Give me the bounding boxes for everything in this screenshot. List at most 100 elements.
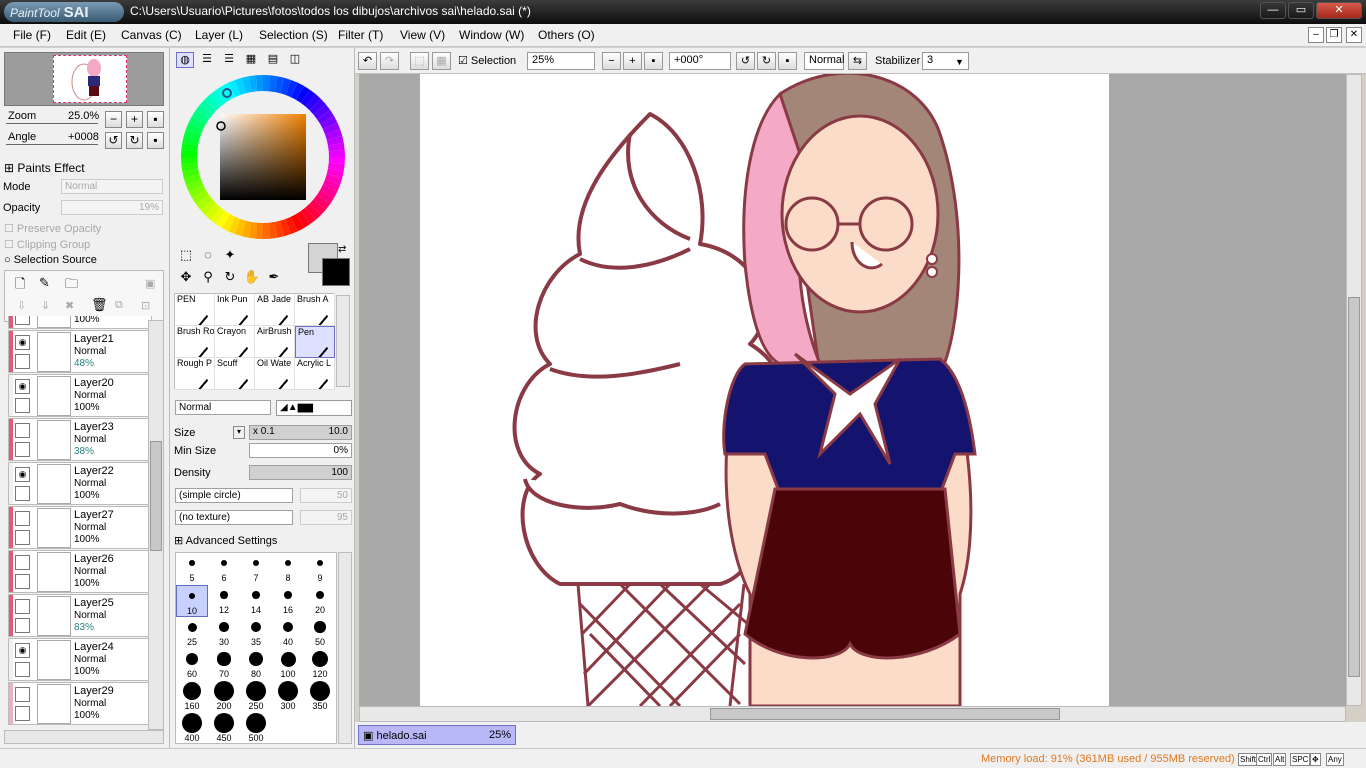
toolbar-zoom-out-icon[interactable]: −: [602, 52, 621, 70]
visibility-eye-icon[interactable]: ◉: [15, 467, 30, 482]
document-tab[interactable]: ▣ helado.sai 25%: [358, 725, 516, 745]
brush-size-cell[interactable]: 30: [208, 617, 240, 649]
menu-filter[interactable]: Filter (T): [338, 28, 383, 42]
zoom-slider[interactable]: [6, 123, 98, 124]
opacity-field[interactable]: 19%: [61, 200, 163, 215]
layer-row[interactable]: Layer23 Normal 38%: [8, 418, 152, 461]
move-icon[interactable]: ✥: [176, 267, 196, 287]
rotate-reset-button[interactable]: ▪: [147, 132, 164, 149]
merge-visible-icon[interactable]: ⧉: [115, 299, 123, 312]
brush-size-cell[interactable]: 9: [304, 553, 336, 585]
layer-select-checkbox[interactable]: [15, 398, 30, 413]
visibility-eye-icon[interactable]: [15, 555, 30, 570]
brush-tool-cell[interactable]: AirBrush: [255, 326, 295, 358]
new-folder-icon[interactable]: 🗀: [65, 275, 78, 297]
brush-grid-scrollbar[interactable]: [336, 295, 350, 387]
brush-texture-select[interactable]: (no texture): [175, 510, 293, 525]
brush-tool-cell[interactable]: AB Jade: [255, 294, 295, 326]
brush-size-cell[interactable]: 20: [304, 585, 336, 617]
layer-option-icon[interactable]: ▣: [145, 277, 155, 290]
menu-edit[interactable]: Edit (E): [66, 28, 106, 42]
angle-slider[interactable]: [6, 144, 98, 145]
invert-selection-icon[interactable]: ▦: [432, 52, 451, 70]
brush-size-cell[interactable]: 8: [272, 553, 304, 585]
layer-select-checkbox[interactable]: [15, 486, 30, 501]
canvas-hscrollbar[interactable]: [359, 706, 1346, 722]
brush-size-cell[interactable]: 12: [208, 585, 240, 617]
brush-size-cell[interactable]: 6: [208, 553, 240, 585]
mode-select[interactable]: Normal: [61, 179, 163, 194]
toolbar-zoom-in-icon[interactable]: +: [623, 52, 642, 70]
brush-size-cell[interactable]: 500: [240, 713, 272, 745]
user-color-tab-icon[interactable]: ◫: [286, 52, 304, 65]
brush-size-cell[interactable]: 100: [272, 649, 304, 681]
swap-colors-icon[interactable]: ⇄: [338, 244, 346, 255]
undo-icon[interactable]: ↶: [358, 52, 377, 70]
brush-size-cell[interactable]: 200: [208, 681, 240, 713]
brush-size-cell[interactable]: 7: [240, 553, 272, 585]
chevron-down-icon[interactable]: ▼: [955, 57, 964, 67]
deselect-icon[interactable]: ⬚: [410, 52, 429, 70]
brush-size-cell[interactable]: 5: [176, 553, 208, 585]
brush-size-cell[interactable]: 10: [176, 585, 208, 617]
close-button[interactable]: ✕: [1316, 2, 1362, 19]
brush-tool-cell[interactable]: Rough P: [175, 358, 215, 390]
brush-shape-value[interactable]: 50: [300, 488, 352, 503]
brush-size-cell[interactable]: 350: [304, 681, 336, 713]
menu-canvas[interactable]: Canvas (C): [121, 28, 182, 42]
menu-layer[interactable]: Layer (L): [195, 28, 243, 42]
zoom-in-button[interactable]: +: [126, 111, 143, 128]
menu-selection[interactable]: Selection (S): [259, 28, 328, 42]
brush-size-cell[interactable]: 60: [176, 649, 208, 681]
layer-row[interactable]: ◉ Layer24 Normal 100%: [8, 638, 152, 681]
preserve-opacity-checkbox[interactable]: ☐ Preserve Opacity: [4, 222, 101, 235]
brush-tool-cell[interactable]: Brush A: [295, 294, 335, 326]
visibility-eye-icon[interactable]: ◉: [15, 335, 30, 350]
toolbar-zoom-reset-icon[interactable]: ▪: [644, 52, 663, 70]
layer-row[interactable]: Layer27 Normal 100%: [8, 506, 152, 549]
menu-file[interactable]: File (F): [13, 28, 51, 42]
tip-shape-icon[interactable]: ◢▲▆▆: [280, 402, 313, 413]
visibility-eye-icon[interactable]: [15, 687, 30, 702]
layer-row[interactable]: Layer26 Normal 100%: [8, 550, 152, 593]
rotate-left-button[interactable]: ↺: [105, 132, 122, 149]
brush-size-cell[interactable]: 40: [272, 617, 304, 649]
layer-row[interactable]: ◉ Layer20 Normal 100%: [8, 374, 152, 417]
brush-size-cell[interactable]: 300: [272, 681, 304, 713]
brush-size-cell[interactable]: 250: [240, 681, 272, 713]
clipping-group-checkbox[interactable]: ☐ Clipping Group: [4, 238, 90, 251]
mdi-restore-icon[interactable]: ❐: [1326, 27, 1342, 43]
color-wheel[interactable]: [180, 74, 346, 240]
advanced-settings-toggle[interactable]: ⊞ Advanced Settings: [174, 534, 277, 547]
size-field[interactable]: x 0.1 10.0: [249, 425, 352, 440]
angle-select[interactable]: +000°: [669, 52, 731, 70]
brush-size-cell[interactable]: 80: [240, 649, 272, 681]
brush-tool-cell[interactable]: Ink Pun: [215, 294, 255, 326]
brush-size-cell[interactable]: 450: [208, 713, 240, 745]
visibility-eye-icon[interactable]: [15, 599, 30, 614]
mdi-minimize-icon[interactable]: –: [1308, 27, 1324, 43]
merge-down-icon[interactable]: ⇓: [41, 299, 50, 312]
layer-scroll-thumb[interactable]: [150, 441, 162, 551]
scratchpad-tab-icon[interactable]: ▤: [264, 52, 282, 65]
canvas-hscroll-thumb[interactable]: [710, 708, 1060, 720]
selection-source-radio[interactable]: ○ Selection Source: [4, 254, 97, 266]
delete-layer-icon[interactable]: 🗑: [91, 297, 108, 313]
visibility-eye-icon[interactable]: ◉: [15, 379, 30, 394]
layer-select-checkbox[interactable]: [15, 662, 30, 677]
size-dropdown-icon[interactable]: ▾: [233, 426, 245, 439]
mdi-close-icon[interactable]: ✕: [1346, 27, 1362, 43]
layer-select-checkbox[interactable]: [15, 354, 30, 369]
layer-hscrollbar[interactable]: [4, 730, 164, 744]
canvas-vscroll-thumb[interactable]: [1348, 297, 1360, 677]
flatten-icon[interactable]: ⊡: [141, 299, 150, 312]
rotate-tool-icon[interactable]: ↻: [220, 267, 240, 287]
layer-select-checkbox[interactable]: [15, 442, 30, 457]
navigator[interactable]: [4, 52, 164, 106]
new-layer-icon[interactable]: 🗋: [15, 275, 25, 297]
brush-tool-cell[interactable]: Scuff: [215, 358, 255, 390]
zoom-select[interactable]: 25%: [527, 52, 595, 70]
layer-row[interactable]: Layer29 Normal 100%: [8, 682, 152, 725]
layer-select-checkbox[interactable]: [15, 530, 30, 545]
brush-size-cell[interactable]: 16: [272, 585, 304, 617]
